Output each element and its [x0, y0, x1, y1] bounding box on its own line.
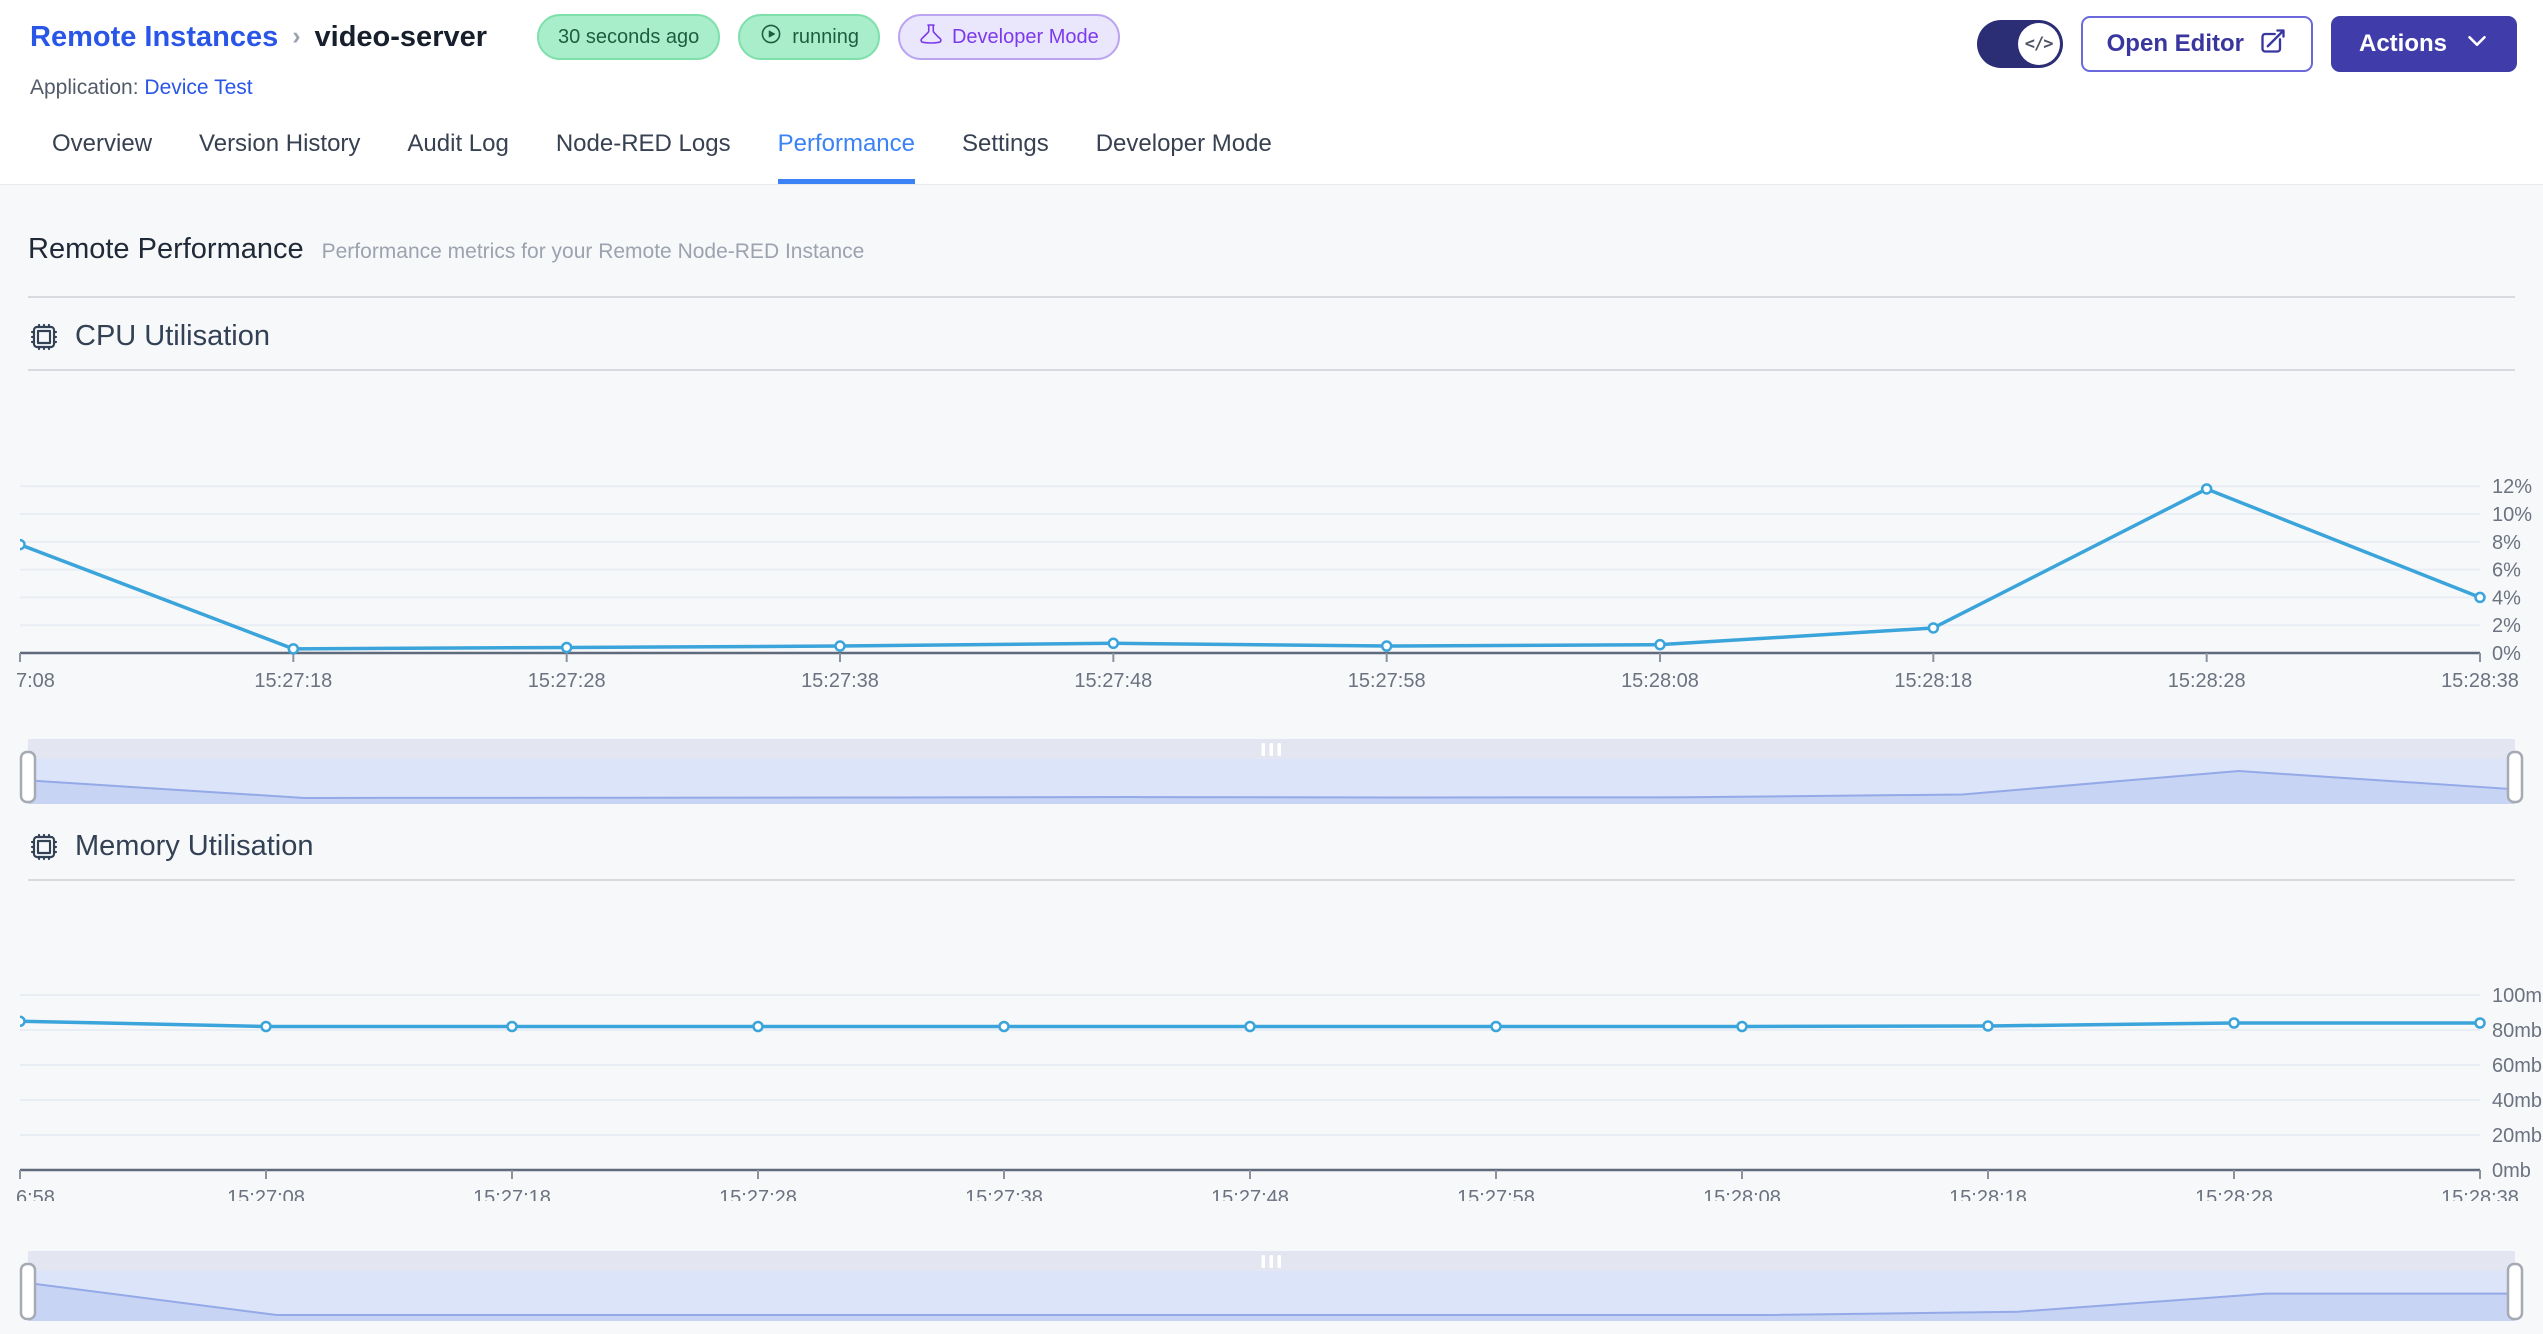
tab-overview[interactable]: Overview	[52, 126, 152, 184]
svg-text:0%: 0%	[2492, 643, 2521, 665]
external-link-icon	[2259, 27, 2287, 62]
memory-line-chart: 0mb 20mb 40mb 60mb 80mb 100mb 6:58 15:27:08 15:2…	[16, 985, 2543, 1201]
svg-text:15:27:28: 15:27:28	[528, 670, 606, 691]
last-seen-badge: 30 seconds ago	[537, 14, 721, 60]
svg-text:15:28:18: 15:28:18	[1894, 670, 1972, 691]
svg-text:6:58: 6:58	[16, 1187, 55, 1201]
application-link[interactable]: Device Test	[144, 76, 252, 99]
svg-text:0mb: 0mb	[2492, 1160, 2531, 1182]
tab-node-red-logs[interactable]: Node-RED Logs	[556, 126, 731, 184]
beaker-icon	[919, 22, 943, 52]
svg-text:10%: 10%	[2492, 504, 2532, 526]
instance-name: video-server	[314, 20, 488, 53]
chevron-down-icon	[2465, 29, 2489, 60]
svg-text:15:27:18: 15:27:18	[473, 1187, 551, 1201]
memory-section-title: Memory Utilisation	[75, 830, 314, 862]
cpu-chart: 0% 2% 4% 6% 8% 10% 12% 7:08 15:27:18 15:27:28 15:2…	[0, 371, 2543, 691]
breadcrumb: Remote Instances › video-server 30 secon…	[30, 14, 1120, 60]
svg-text:15:28:28: 15:28:28	[2168, 670, 2246, 691]
svg-text:15:28:08: 15:28:08	[1621, 670, 1699, 691]
svg-text:15:28:18: 15:28:18	[1949, 1187, 2027, 1201]
memory-datazoom-slider[interactable]	[19, 1251, 2524, 1321]
tab-audit-log[interactable]: Audit Log	[407, 126, 508, 184]
svg-text:15:27:48: 15:27:48	[1211, 1187, 1289, 1201]
tab-settings[interactable]: Settings	[962, 126, 1049, 184]
svg-text:6%: 6%	[2492, 560, 2521, 582]
code-icon: </>	[2017, 23, 2060, 65]
svg-text:15:27:28: 15:27:28	[719, 1187, 797, 1201]
running-status-badge: running	[738, 14, 880, 60]
application-row: Application: Device Test	[30, 76, 1120, 100]
svg-text:15:28:08: 15:28:08	[1703, 1187, 1781, 1201]
cpu-datazoom-slider[interactable]	[19, 739, 2524, 804]
svg-text:15:27:38: 15:27:38	[965, 1187, 1043, 1201]
cpu-line-chart: 0% 2% 4% 6% 8% 10% 12% 7:08 15:27:18 15:27:28 15:2…	[16, 476, 2532, 691]
page-title: Remote Performance	[28, 233, 304, 265]
svg-text:8%: 8%	[2492, 532, 2521, 554]
cpu-datazoom-canvas	[19, 739, 2524, 804]
svg-text:15:28:38: 15:28:38	[2441, 670, 2519, 691]
tab-bar: Overview Version History Audit Log Node-…	[0, 126, 2543, 185]
last-seen-badge-label: 30 seconds ago	[558, 25, 700, 48]
svg-text:60mb: 60mb	[2492, 1055, 2542, 1077]
memory-chart: 0mb 20mb 40mb 60mb 80mb 100mb 6:58 15:27:08 15:2…	[0, 881, 2543, 1201]
actions-label: Actions	[2358, 30, 2447, 57]
svg-text:20mb: 20mb	[2492, 1125, 2542, 1147]
developer-mode-badge: Developer Mode	[897, 14, 1120, 60]
page-subtitle: Performance metrics for your Remote Node…	[321, 240, 865, 263]
memory-section-header: Memory Utilisation	[28, 830, 2515, 881]
svg-text:15:27:58: 15:27:58	[1457, 1187, 1535, 1201]
header-left: Remote Instances › video-server 30 secon…	[30, 14, 1120, 100]
header-actions: </> Open Editor Actions	[1976, 14, 2517, 72]
svg-text:4%: 4%	[2492, 587, 2521, 609]
open-editor-label: Open Editor	[2106, 30, 2244, 57]
cpu-chip-icon	[28, 321, 60, 353]
developer-mode-badge-label: Developer Mode	[951, 25, 1099, 48]
developer-mode-toggle[interactable]: </>	[1976, 20, 2063, 68]
svg-text:15:27:38: 15:27:38	[801, 670, 879, 691]
svg-text:2%: 2%	[2492, 615, 2521, 637]
svg-text:15:27:58: 15:27:58	[1348, 670, 1426, 691]
memory-chip-icon	[28, 831, 60, 863]
breadcrumb-parent-link[interactable]: Remote Instances	[30, 21, 278, 54]
svg-text:15:28:38: 15:28:38	[2441, 1187, 2519, 1201]
svg-text:100mb: 100mb	[2492, 985, 2543, 1007]
section-header: Remote Performance Performance metrics f…	[28, 185, 2515, 298]
status-badges: 30 seconds ago running Developer Mode	[537, 14, 1120, 60]
open-editor-button[interactable]: Open Editor	[2080, 16, 2313, 72]
svg-text:15:27:18: 15:27:18	[254, 670, 332, 691]
memory-datazoom-canvas	[19, 1251, 2524, 1321]
application-label: Application:	[30, 76, 139, 99]
performance-panel: Remote Performance Performance metrics f…	[0, 185, 2543, 1334]
breadcrumb-separator: ›	[292, 21, 301, 50]
svg-text:15:27:08: 15:27:08	[227, 1187, 305, 1201]
tab-version-history[interactable]: Version History	[199, 126, 360, 184]
svg-text:15:28:28: 15:28:28	[2195, 1187, 2273, 1201]
svg-text:80mb: 80mb	[2492, 1020, 2542, 1042]
tab-developer-mode[interactable]: Developer Mode	[1096, 126, 1272, 184]
svg-text:40mb: 40mb	[2492, 1090, 2542, 1112]
tab-performance[interactable]: Performance	[777, 126, 916, 184]
cpu-section-title: CPU Utilisation	[75, 320, 270, 352]
page-header: Remote Instances › video-server 30 secon…	[0, 0, 2543, 100]
actions-button[interactable]: Actions	[2330, 16, 2517, 72]
svg-text:12%: 12%	[2492, 476, 2532, 498]
running-status-badge-label: running	[792, 25, 859, 48]
svg-text:15:27:48: 15:27:48	[1074, 670, 1152, 691]
svg-text:7:08: 7:08	[16, 670, 55, 691]
play-circle-icon	[759, 22, 783, 52]
cpu-section-header: CPU Utilisation	[28, 320, 2515, 371]
